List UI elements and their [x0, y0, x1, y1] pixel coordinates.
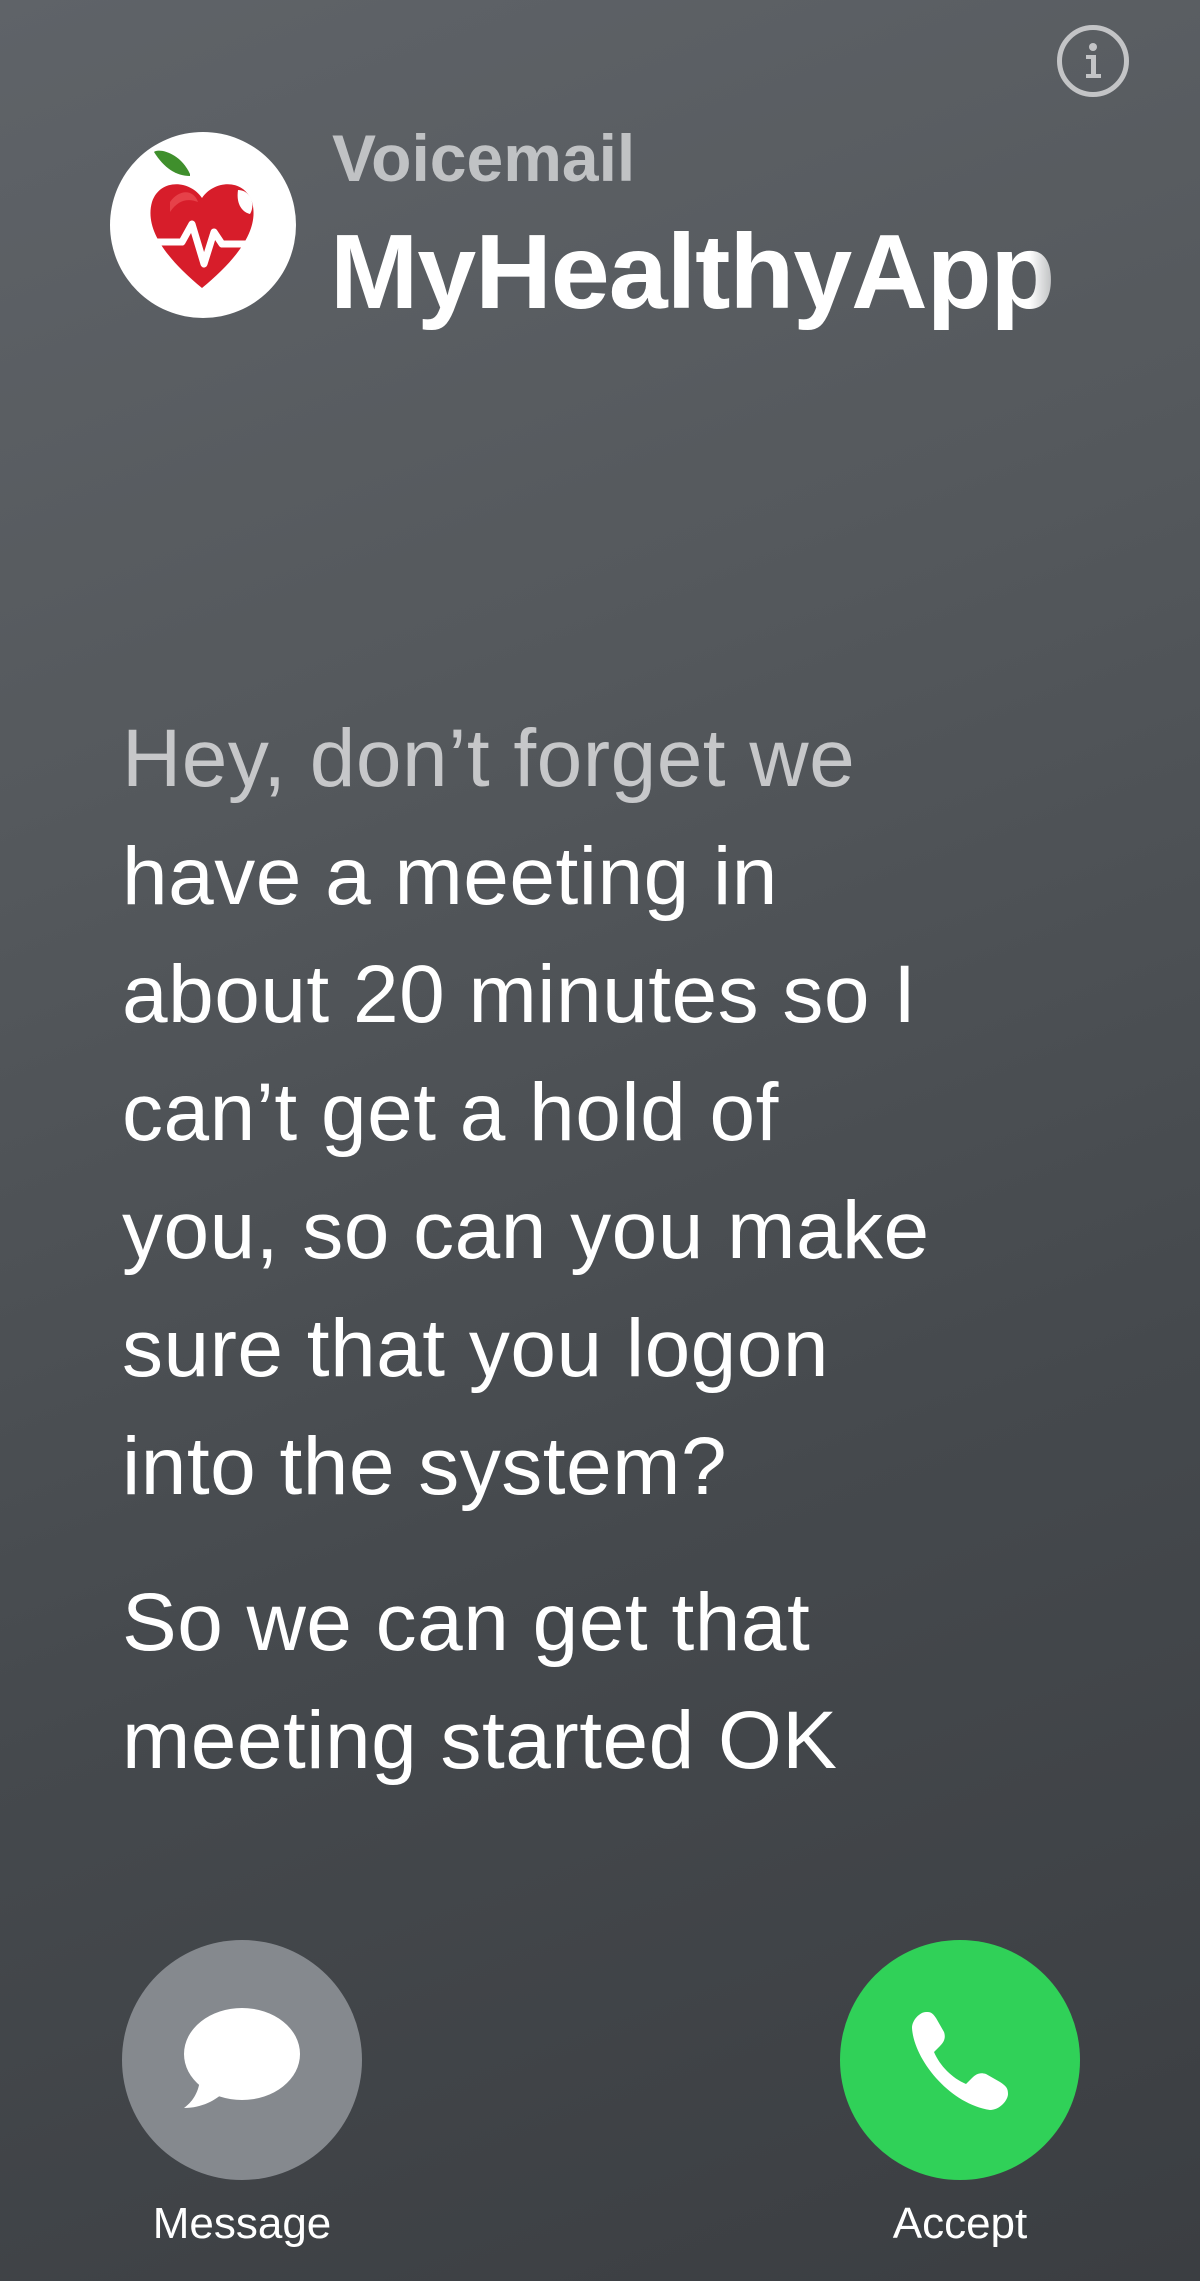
- transcript-line: about 20 minutes so I: [122, 949, 917, 1040]
- message-label: Message: [152, 2199, 332, 2248]
- voicemail-transcript: Hey, don’t forget we have a meeting in a…: [122, 700, 1132, 1800]
- transcript-line: So we can get that: [122, 1577, 811, 1668]
- info-button[interactable]: [1057, 25, 1129, 97]
- transcript-line: have a meeting in: [122, 831, 778, 922]
- info-icon: [1086, 43, 1101, 78]
- transcript-line: meeting started OK: [122, 1695, 838, 1786]
- transcript-paragraph-1: Hey, don’t forget we have a meeting in a…: [122, 700, 1132, 1526]
- message-button[interactable]: [122, 1940, 362, 2180]
- transcript-line: can’t get a hold of: [122, 1067, 779, 1158]
- caller-avatar: [110, 132, 296, 318]
- speech-bubble-icon: [184, 2008, 300, 2108]
- accept-label: Accept: [892, 2199, 1028, 2248]
- header-subtitle: Voicemail: [332, 121, 636, 195]
- apple-heart-logo-icon: [144, 150, 264, 288]
- transcript-line: into the system?: [122, 1421, 728, 1512]
- transcript-line-faded: Hey, don’t forget we: [122, 713, 856, 804]
- accept-button[interactable]: [840, 1940, 1080, 2180]
- transcript-line: you, so can you make: [122, 1185, 930, 1276]
- transcript-line: sure that you logon: [122, 1303, 829, 1394]
- transcript-paragraph-2: So we can get that meeting started OK: [122, 1564, 1132, 1800]
- caller-name: MyHealthyApp: [330, 213, 1055, 331]
- phone-handset-icon: [912, 2012, 1008, 2110]
